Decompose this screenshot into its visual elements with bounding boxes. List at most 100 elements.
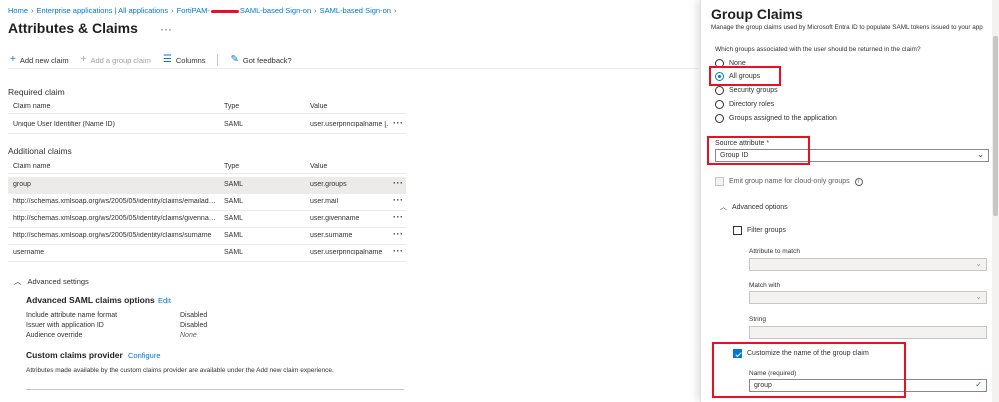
- add-group-claim-label: Add a group claim: [90, 55, 151, 65]
- chevron-down-icon: ⌄: [975, 292, 982, 301]
- add-group-claim-button[interactable]: + Add a group claim: [81, 55, 151, 65]
- setting-value: Disabled: [180, 322, 208, 329]
- radio-directory-roles[interactable]: Directory roles: [715, 100, 774, 109]
- table-row[interactable]: http://schemas.xmlsoap.org/ws/2005/05/id…: [8, 228, 406, 245]
- chevron-down-icon: ⌄: [977, 150, 984, 159]
- columns-button[interactable]: ☰ Columns: [163, 55, 206, 65]
- setting-key: Issuer with application ID: [26, 322, 104, 329]
- advanced-settings-label: Advanced settings: [27, 277, 89, 286]
- setting-key: Include attribute name format: [26, 312, 118, 319]
- breadcrumb-app-prefix: FortiPAM-: [176, 6, 210, 15]
- claim-name-cell: http://schemas.xmlsoap.org/ws/2005/05/id…: [13, 215, 218, 222]
- toolbar-divider-line: [8, 68, 698, 69]
- claim-name-cell: username: [13, 249, 45, 256]
- table-row[interactable]: group SAML user.groups ···: [8, 177, 406, 194]
- chevron-down-icon: ⌄: [975, 259, 982, 268]
- configure-link[interactable]: Configure: [128, 351, 161, 360]
- additional-claims-heading: Additional claims: [8, 146, 72, 156]
- attribute-to-match-label: Attribute to match: [749, 248, 800, 255]
- info-icon[interactable]: i: [854, 177, 863, 186]
- advanced-options-label: Advanced options: [732, 203, 788, 211]
- claim-value-cell: user.surname: [310, 232, 353, 239]
- col-value: Value: [310, 163, 328, 170]
- table-row[interactable]: Unique User Identifier (Name ID) SAML us…: [8, 117, 406, 134]
- col-claim-name: Claim name: [13, 163, 51, 170]
- plus-icon: +: [10, 54, 16, 65]
- main-pane: Home › Enterprise applications | All appli…: [0, 0, 700, 402]
- radio-icon: [715, 100, 724, 109]
- feedback-icon: ✎: [230, 54, 239, 65]
- row-more-icon[interactable]: ···: [393, 246, 404, 256]
- groups-question: Which groups associated with the user sh…: [715, 46, 921, 53]
- table-row[interactable]: http://schemas.xmlsoap.org/ws/2005/05/id…: [8, 211, 406, 228]
- columns-icon: ☰: [162, 54, 172, 65]
- feedback-button[interactable]: ✎ Got feedback?: [230, 55, 291, 65]
- col-value: Value: [310, 103, 328, 110]
- radio-groups-assigned[interactable]: Groups assigned to the application: [715, 114, 837, 123]
- columns-label: Columns: [175, 55, 206, 65]
- radio-label: Directory roles: [729, 101, 775, 108]
- checkbox-icon: [715, 177, 724, 186]
- setting-key: Audience override: [26, 332, 83, 339]
- row-more-icon[interactable]: ···: [393, 178, 404, 188]
- highlight-box: [712, 342, 906, 398]
- add-new-claim-button[interactable]: + Add new claim: [10, 55, 69, 65]
- chevron-up-icon: ︿: [720, 204, 727, 211]
- redaction-mark: [210, 9, 239, 13]
- chevron-right-icon: ›: [171, 6, 174, 15]
- radio-security-groups[interactable]: Security groups: [715, 86, 778, 95]
- row-more-icon[interactable]: ···: [393, 229, 404, 239]
- panel-scrollbar[interactable]: [992, 0, 999, 402]
- chevron-right-icon: ›: [31, 6, 34, 15]
- panel-subtitle: Manage the group claims used by Microsof…: [711, 24, 983, 31]
- claim-value-cell: user.userprincipalname [...: [310, 121, 388, 128]
- more-options-icon[interactable]: ···: [160, 22, 172, 36]
- checkbox-icon: [733, 226, 742, 235]
- emit-group-name-checkbox[interactable]: Emit group name for cloud-only groups i: [715, 177, 863, 186]
- chevron-up-icon: ︿: [14, 277, 22, 286]
- scrollbar-thumb[interactable]: [993, 36, 998, 216]
- required-table-header: Claim name Type Value: [8, 100, 406, 114]
- feedback-label: Got feedback?: [242, 55, 292, 65]
- checkbox-label: Filter groups: [747, 227, 786, 234]
- claim-name-cell: http://schemas.xmlsoap.org/ws/2005/05/id…: [13, 232, 212, 239]
- match-with-dropdown[interactable]: ⌄: [749, 291, 987, 304]
- setting-value: None: [180, 332, 197, 339]
- breadcrumb-app[interactable]: FortiPAM- SAML-based Sign-on: [177, 6, 312, 15]
- row-more-icon[interactable]: ···: [393, 118, 404, 128]
- radio-icon: [715, 86, 724, 95]
- claim-type-cell: SAML: [224, 181, 244, 188]
- edit-link[interactable]: Edit: [158, 296, 171, 305]
- claim-type-cell: SAML: [224, 121, 244, 128]
- row-more-icon[interactable]: ···: [393, 195, 404, 205]
- chevron-right-icon: ›: [393, 6, 397, 15]
- claim-value-cell: user.groups: [310, 181, 347, 188]
- divider: [26, 389, 404, 390]
- chevron-right-icon: ›: [314, 6, 317, 15]
- claim-name-cell: Unique User Identifier (Name ID): [13, 121, 115, 128]
- custom-claims-description: Attributes made available by the custom …: [26, 367, 334, 374]
- claim-value-cell: user.givenname: [310, 215, 360, 222]
- breadcrumb-enterprise-apps[interactable]: Enterprise applications | All applicatio…: [37, 6, 169, 15]
- breadcrumb-home[interactable]: Home: [8, 6, 28, 15]
- row-more-icon[interactable]: ···: [393, 212, 404, 222]
- table-row[interactable]: http://schemas.xmlsoap.org/ws/2005/05/id…: [8, 194, 406, 211]
- claim-value-cell: user.userprincipalname: [310, 249, 383, 256]
- claim-name-cell: http://schemas.xmlsoap.org/ws/2005/05/id…: [13, 198, 218, 205]
- claim-value-cell: user.mail: [310, 198, 339, 205]
- highlight-box: [707, 136, 810, 165]
- match-with-label: Match with: [749, 282, 781, 289]
- claim-type-cell: SAML: [224, 215, 244, 222]
- radio-label: Security groups: [729, 87, 778, 94]
- panel-title: Group Claims: [711, 6, 803, 22]
- table-row[interactable]: username SAML user.userprincipalname ···: [8, 245, 406, 262]
- claim-type-cell: SAML: [224, 249, 244, 256]
- checkmark-icon: ✓: [975, 380, 982, 389]
- filter-groups-checkbox[interactable]: Filter groups: [733, 226, 786, 235]
- advanced-settings-toggle[interactable]: ︿ Advanced settings: [14, 276, 89, 287]
- attribute-to-match-dropdown[interactable]: ⌄: [749, 258, 987, 271]
- advanced-options-toggle[interactable]: ︿ Advanced options: [720, 202, 788, 212]
- breadcrumb-current[interactable]: SAML-based Sign-on: [320, 6, 391, 15]
- string-input[interactable]: [749, 326, 987, 339]
- highlight-box: [709, 66, 781, 86]
